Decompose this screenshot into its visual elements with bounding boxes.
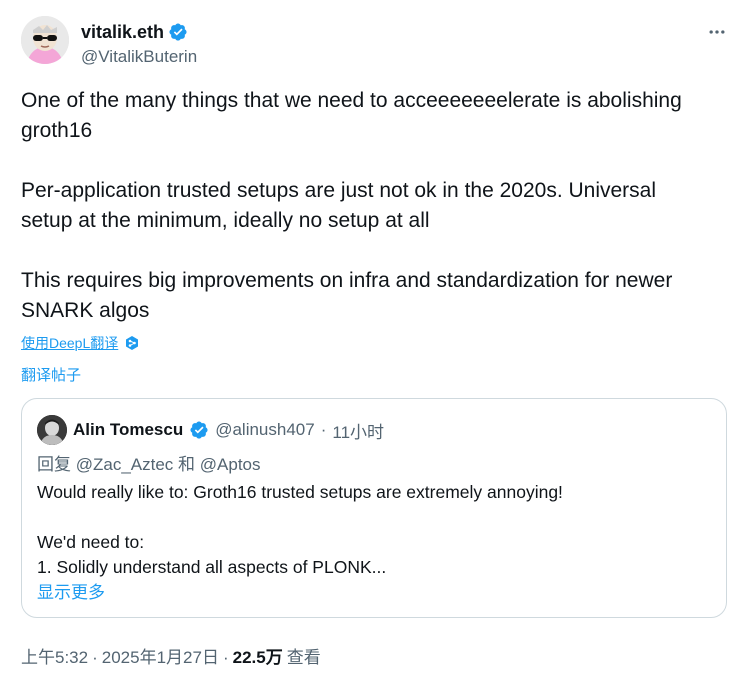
tweet-header: vitalik.eth @VitalikButerin xyxy=(21,16,731,72)
translate-post-link[interactable]: 翻译帖子 xyxy=(21,364,81,385)
mention-aptos[interactable]: @Aptos xyxy=(200,455,261,474)
author-avatar[interactable] xyxy=(21,16,69,64)
quoted-author-name[interactable]: Alin Tomescu xyxy=(73,420,183,440)
author-name-row: vitalik.eth xyxy=(81,21,188,43)
reply-and: 和 xyxy=(178,455,196,474)
deepl-icon[interactable] xyxy=(124,335,140,351)
tweet-time[interactable]: 上午5:32 xyxy=(21,643,88,668)
mention-zac-aztec[interactable]: @Zac_Aztec xyxy=(76,455,174,474)
quoted-tweet-text: Would really like to: Groth16 trusted se… xyxy=(37,482,563,577)
tweet-meta: 上午5:32 · 2025年1月27日 · 22.5万 查看 xyxy=(21,643,321,668)
quoted-separator: · xyxy=(320,420,327,439)
tweet-date[interactable]: 2025年1月27日 xyxy=(102,643,219,668)
quoted-verified-badge-icon[interactable] xyxy=(189,420,209,440)
tweet-paragraph-2: Per-application trusted setups are just … xyxy=(21,179,657,232)
quoted-author-avatar[interactable] xyxy=(37,415,67,445)
views-label: 查看 xyxy=(286,648,321,667)
tweet-paragraph-3: This requires big improvements on infra … xyxy=(21,269,673,322)
quoted-tweet-card[interactable]: Alin Tomescu @alinush407 · 11小时 回复 @Zac_… xyxy=(21,398,727,618)
verified-badge-icon[interactable] xyxy=(168,22,188,42)
deepl-translate-link[interactable]: 使用DeepL翻译 xyxy=(21,333,118,353)
meta-separator-2: · xyxy=(222,648,229,667)
author-handle[interactable]: @VitalikButerin xyxy=(81,46,197,68)
reply-prefix: 回复 xyxy=(37,455,71,474)
quoted-author-handle[interactable]: @alinush407 xyxy=(215,420,315,440)
deepl-translate-row[interactable]: 使用DeepL翻译 xyxy=(21,333,140,353)
show-more-link[interactable]: 显示更多 xyxy=(37,578,105,603)
quoted-tweet-header: Alin Tomescu @alinush407 · 11小时 xyxy=(37,415,384,445)
quoted-time[interactable]: 11小时 xyxy=(332,418,384,443)
author-display-name[interactable]: vitalik.eth xyxy=(81,21,164,43)
quoted-reply-context: 回复 @Zac_Aztec 和 @Aptos xyxy=(37,450,261,475)
more-dots-icon[interactable] xyxy=(703,20,731,44)
view-count: 22.5万 xyxy=(232,648,283,667)
tweet-paragraph-1: One of the many things that we need to a… xyxy=(21,89,682,142)
tweet-text: One of the many things that we need to a… xyxy=(21,86,721,326)
meta-separator-1: · xyxy=(92,648,98,667)
